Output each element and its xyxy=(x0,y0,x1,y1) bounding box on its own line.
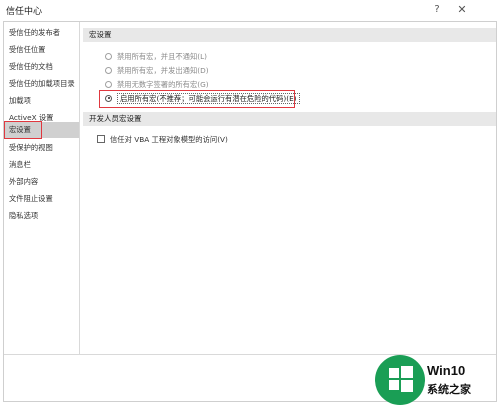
title-bar: 信任中心 ? ✕ xyxy=(0,0,500,22)
vba-access-label: 信任对 VBA 工程对象模型的访问(V) xyxy=(110,135,228,144)
sidebar-item-trusted-publishers[interactable]: 受信任的发布者 xyxy=(4,25,79,41)
sidebar-item-external-content[interactable]: 外部内容 xyxy=(4,174,79,190)
window-title: 信任中心 xyxy=(6,7,43,17)
sidebar-item-file-block[interactable]: 文件阻止设置 xyxy=(4,191,79,207)
radio-disable-no-notify[interactable]: 禁用所有宏，并且不通知(L) xyxy=(105,50,207,64)
watermark-title: Win10 xyxy=(427,363,466,378)
radio-icon[interactable] xyxy=(105,66,112,74)
sidebar-item-privacy-options[interactable]: 隐私选项 xyxy=(4,208,79,224)
vba-access-checkbox-row[interactable]: 信任对 VBA 工程对象模型的访问(V) xyxy=(97,133,228,147)
windows-logo-icon xyxy=(375,355,425,405)
main-panel: 宏设置 禁用所有宏，并且不通知(L) 禁用所有宏，并发出通知(D) 禁用无数字签… xyxy=(83,22,496,354)
watermark-subtitle: 系统之家 xyxy=(427,383,471,396)
highlight-box-sidebar xyxy=(4,121,42,139)
sidebar: 受信任的发布者 受信任位置 受信任的文档 受信任的加载项目录 加载项 Activ… xyxy=(4,22,80,354)
sidebar-item-protected-view[interactable]: 受保护的视图 xyxy=(4,140,79,156)
radio-icon[interactable] xyxy=(105,80,112,88)
radio-label: 禁用所有宏，并发出通知(D) xyxy=(117,66,209,75)
radio-label: 禁用无数字签署的所有宏(G) xyxy=(117,80,209,89)
radio-label: 禁用所有宏，并且不通知(L) xyxy=(117,52,208,61)
sidebar-item-message-bar[interactable]: 消息栏 xyxy=(4,157,79,173)
developer-settings-header: 开发人员宏设置 xyxy=(83,112,496,126)
sidebar-item-trusted-locations[interactable]: 受信任位置 xyxy=(4,42,79,58)
highlight-box-option xyxy=(99,90,295,108)
radio-disable-with-notify[interactable]: 禁用所有宏，并发出通知(D) xyxy=(105,64,209,78)
close-icon[interactable]: ✕ xyxy=(454,2,470,18)
radio-icon[interactable] xyxy=(105,52,112,60)
sidebar-item-trusted-addin-catalogs[interactable]: 受信任的加载项目录 xyxy=(4,76,79,92)
sidebar-item-trusted-documents[interactable]: 受信任的文档 xyxy=(4,59,79,75)
watermark-logo: Win10 系统之家 xyxy=(375,355,500,405)
help-icon[interactable]: ? xyxy=(430,2,444,18)
macro-settings-header: 宏设置 xyxy=(83,28,496,42)
checkbox-icon[interactable] xyxy=(97,135,105,143)
sidebar-item-addins[interactable]: 加载项 xyxy=(4,93,79,109)
